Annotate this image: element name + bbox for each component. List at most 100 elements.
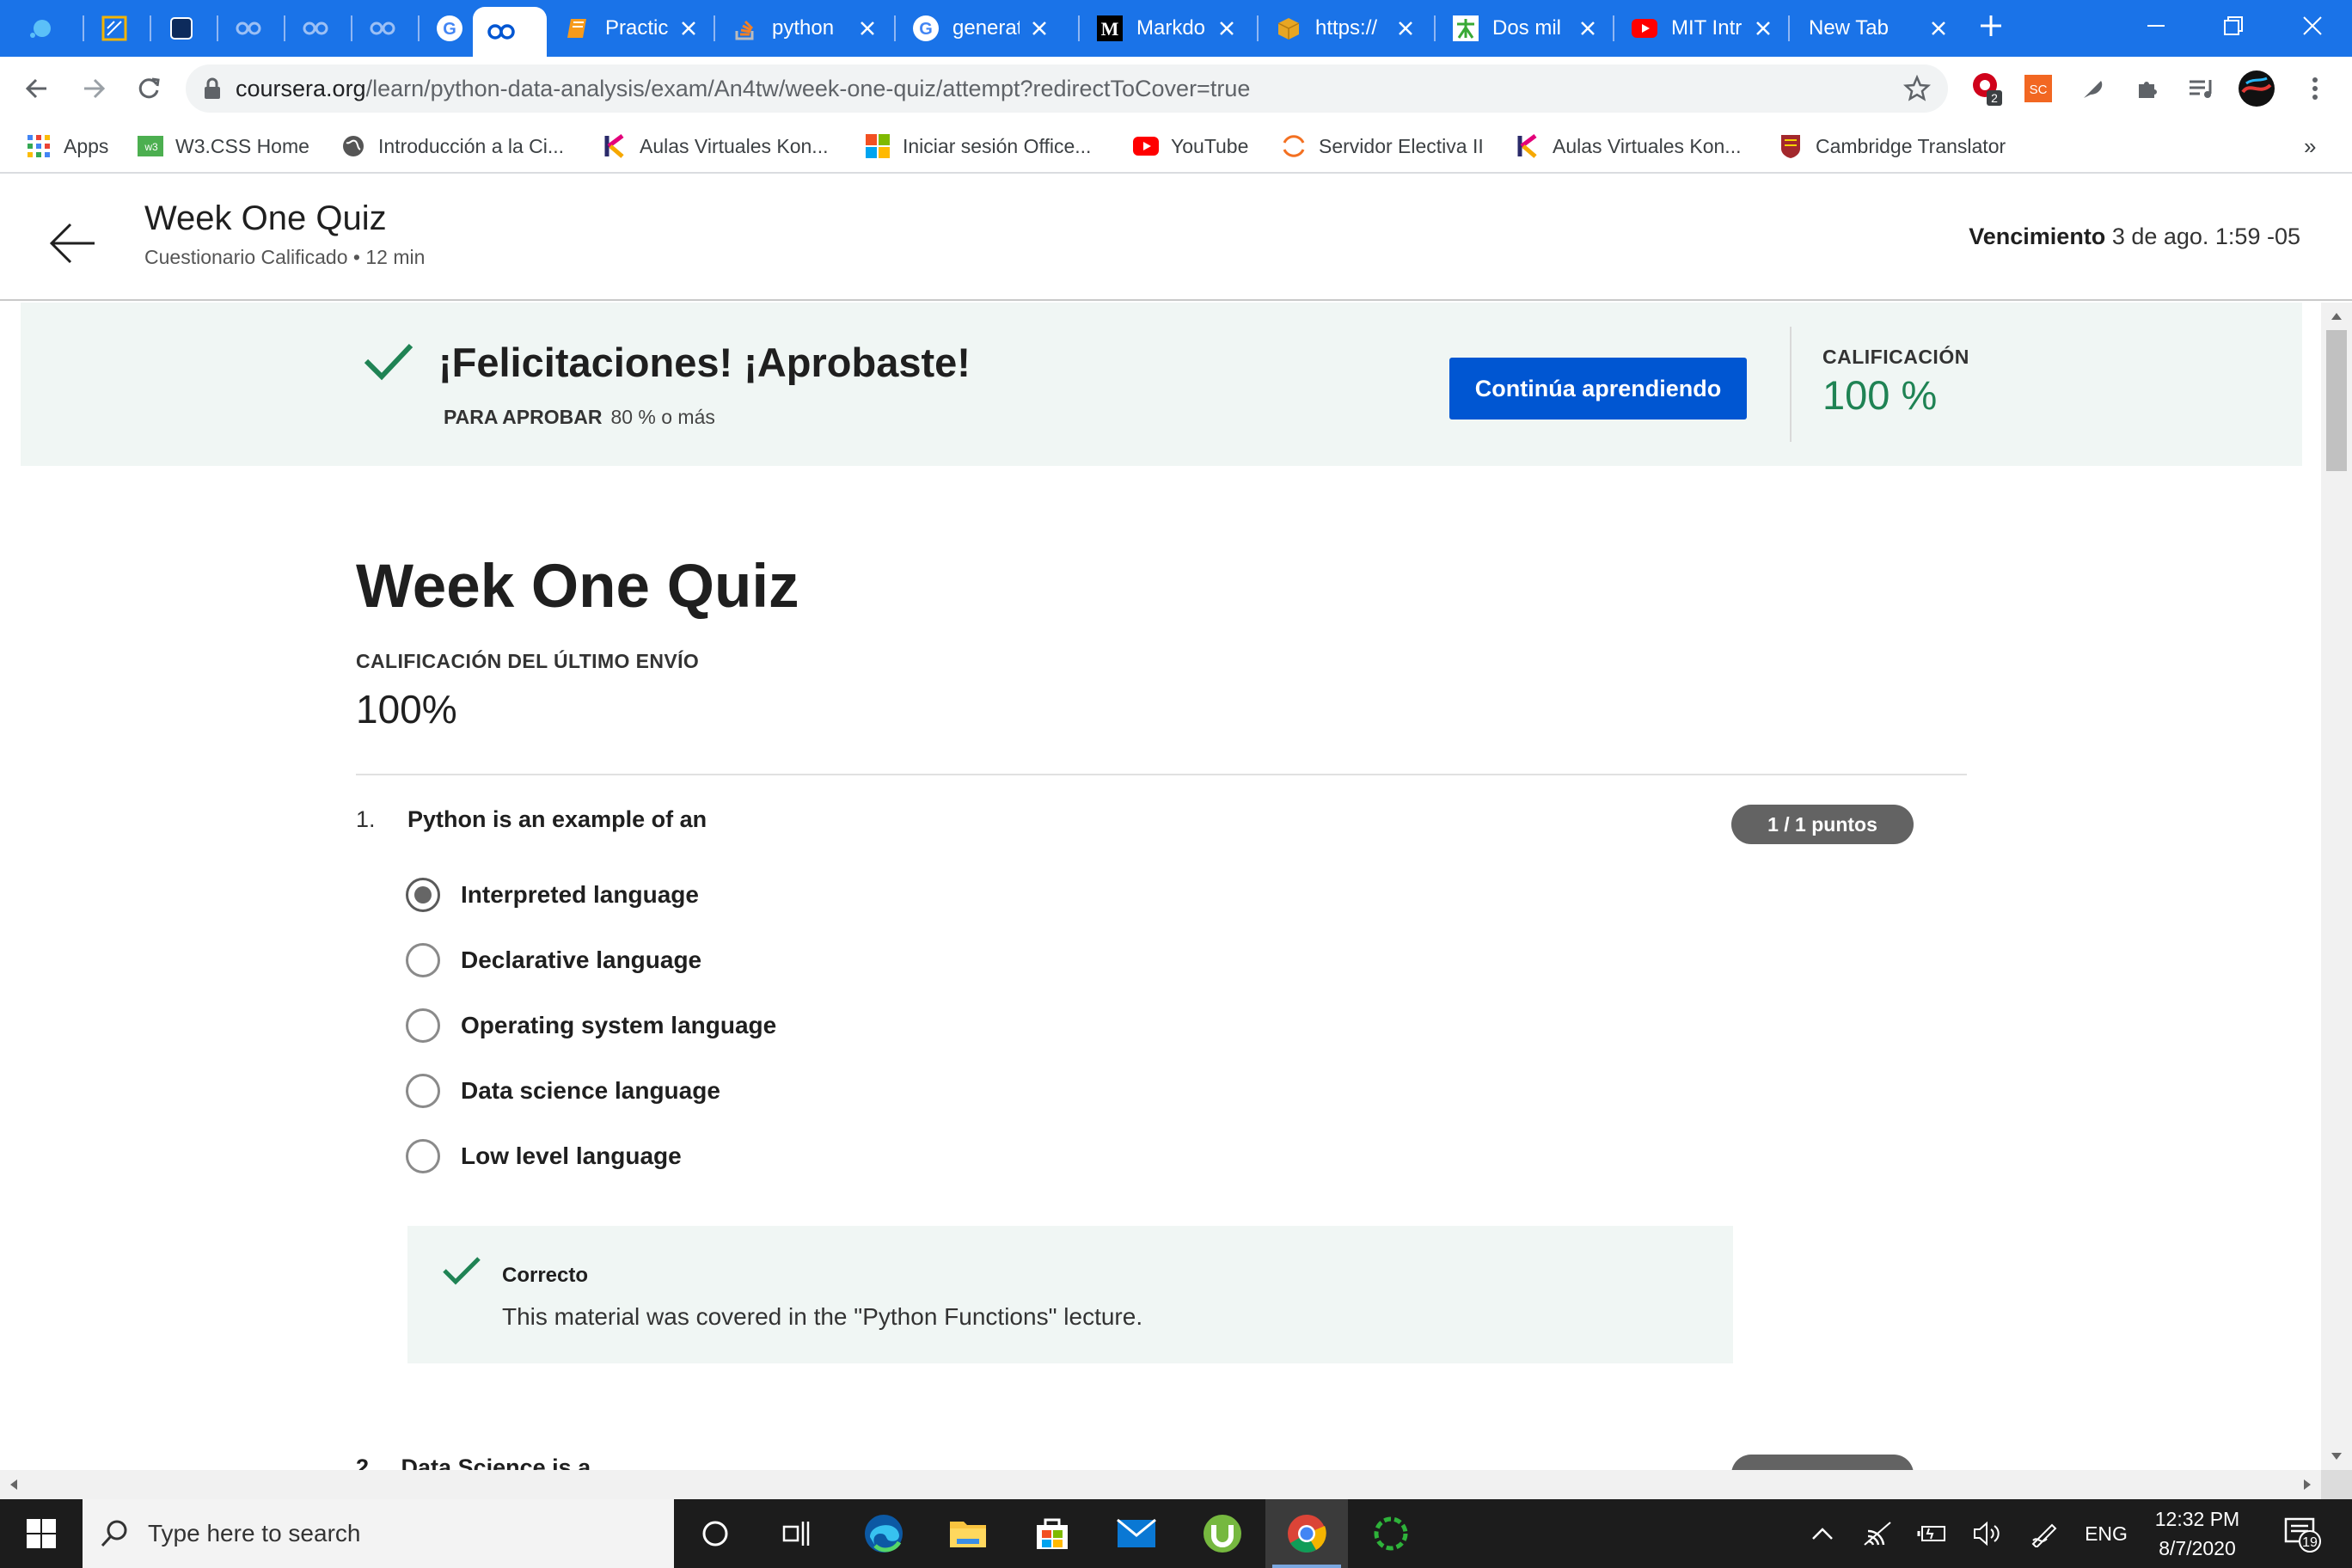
microsoft-icon — [865, 133, 891, 159]
main-content: ¡Felicitaciones! ¡Aprobaste! PARA APROBA… — [0, 303, 2321, 1470]
question-text: 2. Data Science is a — [356, 1455, 591, 1470]
wifi-icon[interactable] — [1857, 1499, 1898, 1568]
check-icon — [363, 340, 414, 382]
close-icon[interactable] — [1750, 15, 1776, 41]
konrad-icon — [1515, 133, 1540, 159]
tab-https[interactable]: https:// — [1260, 7, 1427, 50]
media-control-icon[interactable] — [2180, 67, 2223, 110]
utorrent-icon[interactable] — [1181, 1499, 1264, 1568]
task-view-icon[interactable] — [756, 1499, 839, 1568]
radio[interactable] — [406, 943, 440, 977]
bookmark-youtube[interactable]: YouTube — [1133, 131, 1248, 162]
bookmark-office[interactable]: Iniciar sesión Office... — [865, 131, 1091, 162]
points-badge: 1 / 1 puntos — [1731, 805, 1914, 844]
battery-icon[interactable] — [1912, 1499, 1953, 1568]
square-icon — [167, 14, 196, 43]
extension-sc-icon[interactable]: SC — [2017, 67, 2060, 110]
radio[interactable] — [406, 1074, 440, 1108]
bookmark-w3css[interactable]: w3 W3.CSS Home — [138, 131, 309, 162]
menu-kebab-icon[interactable] — [2294, 67, 2337, 110]
scroll-left-icon[interactable] — [3, 1470, 24, 1499]
close-icon[interactable] — [1575, 15, 1601, 41]
bookmark-aulas-virtuales-1[interactable]: Aulas Virtuales Kon... — [602, 131, 828, 162]
bookmark-cambridge[interactable]: Cambridge Translator — [1778, 131, 2006, 162]
profile-avatar[interactable] — [2235, 67, 2278, 110]
tab-pinned-4[interactable] — [220, 7, 285, 50]
back-nav-button[interactable] — [15, 67, 58, 110]
address-bar[interactable]: coursera.org/learn/python-data-analysis/… — [186, 64, 1948, 113]
tab-dos-mil[interactable]: Dos mil — [1437, 7, 1609, 50]
minimize-button[interactable] — [2116, 0, 2196, 52]
option-operating-system[interactable]: Operating system language — [406, 1006, 776, 1045]
option-declarative[interactable]: Declarative language — [406, 940, 701, 980]
tab-pinned-1[interactable] — [12, 7, 65, 50]
reload-button[interactable] — [127, 67, 170, 110]
dot-icon — [26, 14, 55, 43]
restore-button[interactable] — [2194, 0, 2273, 52]
tab-pinned-3[interactable] — [153, 7, 218, 50]
forward-nav-button[interactable] — [72, 67, 115, 110]
radio-selected[interactable] — [406, 878, 440, 912]
reload-icon — [138, 77, 160, 99]
pass-banner: ¡Felicitaciones! ¡Aprobaste! PARA APROBA… — [21, 303, 2302, 466]
tab-pinned-6[interactable] — [354, 7, 420, 50]
loading-spinner-icon[interactable] — [1350, 1499, 1432, 1568]
new-tab-button[interactable] — [1965, 0, 2017, 52]
option-low-level[interactable]: Low level language — [406, 1136, 682, 1176]
bookmark-apps[interactable]: Apps — [26, 131, 108, 162]
clock[interactable]: 12:32 PM 8/7/2020 — [2137, 1504, 2257, 1563]
close-icon[interactable] — [1214, 15, 1240, 41]
extension-opera-icon[interactable]: 2 — [1965, 67, 2008, 110]
chevron-up-icon[interactable] — [1804, 1499, 1841, 1568]
option-interpreted[interactable]: Interpreted language — [406, 875, 699, 915]
close-icon[interactable] — [1026, 15, 1052, 41]
scroll-right-icon[interactable] — [2297, 1470, 2318, 1499]
chrome-taskbar-icon[interactable] — [1265, 1499, 1348, 1568]
pen-icon[interactable] — [2024, 1499, 2065, 1568]
tab-pinned-2[interactable] — [86, 7, 151, 50]
taskbar-search-input[interactable]: Type here to search — [83, 1499, 674, 1568]
tab-pinned-5[interactable] — [287, 7, 352, 50]
vertical-scrollbar[interactable] — [2321, 303, 2352, 1470]
tab-pinned-7[interactable]: G — [421, 7, 476, 50]
close-icon[interactable] — [1926, 15, 1951, 41]
edge-icon[interactable] — [842, 1499, 925, 1568]
notifications-icon[interactable]: 19 — [2275, 1499, 2330, 1568]
tab-active-coursera[interactable] — [473, 7, 547, 57]
scrollbar-thumb[interactable] — [2326, 330, 2347, 471]
scroll-down-icon[interactable] — [2321, 1446, 2352, 1467]
close-icon[interactable] — [1393, 15, 1418, 41]
bookmark-servidor[interactable]: Servidor Electiva II — [1281, 131, 1484, 162]
radio[interactable] — [406, 1139, 440, 1173]
back-button[interactable] — [43, 213, 103, 273]
tab-mit[interactable]: MIT Intr — [1616, 7, 1785, 50]
bookmark-introduccion[interactable]: Introducción a la Ci... — [340, 131, 564, 162]
volume-icon[interactable] — [1967, 1499, 2008, 1568]
star-icon[interactable] — [1903, 75, 1931, 102]
tab-markdown[interactable]: M Markdo — [1081, 7, 1248, 50]
scroll-up-icon[interactable] — [2321, 306, 2352, 327]
tab-python[interactable]: python — [717, 7, 889, 50]
bookmarks-overflow-button[interactable]: » — [2304, 131, 2316, 162]
close-window-button[interactable] — [2273, 0, 2352, 52]
google-icon: G — [435, 14, 464, 43]
extensions-puzzle-icon[interactable] — [2125, 67, 2168, 110]
language-indicator[interactable]: ENG — [2082, 1499, 2130, 1568]
option-data-science[interactable]: Data science language — [406, 1071, 720, 1111]
start-button[interactable] — [0, 1499, 83, 1568]
bookmark-aulas-virtuales-2[interactable]: Aulas Virtuales Kon... — [1515, 131, 1741, 162]
close-icon[interactable] — [854, 15, 880, 41]
svg-text:2: 2 — [1991, 91, 1998, 105]
extension-feather-icon[interactable] — [2072, 67, 2115, 110]
tab-practice[interactable]: Practice — [550, 7, 710, 50]
tab-new-tab[interactable]: New Tab — [1793, 7, 1960, 50]
tab-google-generat[interactable]: G generat — [897, 7, 1061, 50]
mail-icon[interactable] — [1095, 1499, 1178, 1568]
continue-learning-button[interactable]: Continúa aprendiendo — [1449, 358, 1747, 420]
cortana-icon[interactable] — [674, 1499, 756, 1568]
file-explorer-icon[interactable] — [927, 1499, 1009, 1568]
horizontal-scrollbar[interactable] — [0, 1470, 2321, 1499]
radio[interactable] — [406, 1008, 440, 1043]
store-icon[interactable] — [1011, 1499, 1093, 1568]
close-icon[interactable] — [676, 15, 701, 41]
